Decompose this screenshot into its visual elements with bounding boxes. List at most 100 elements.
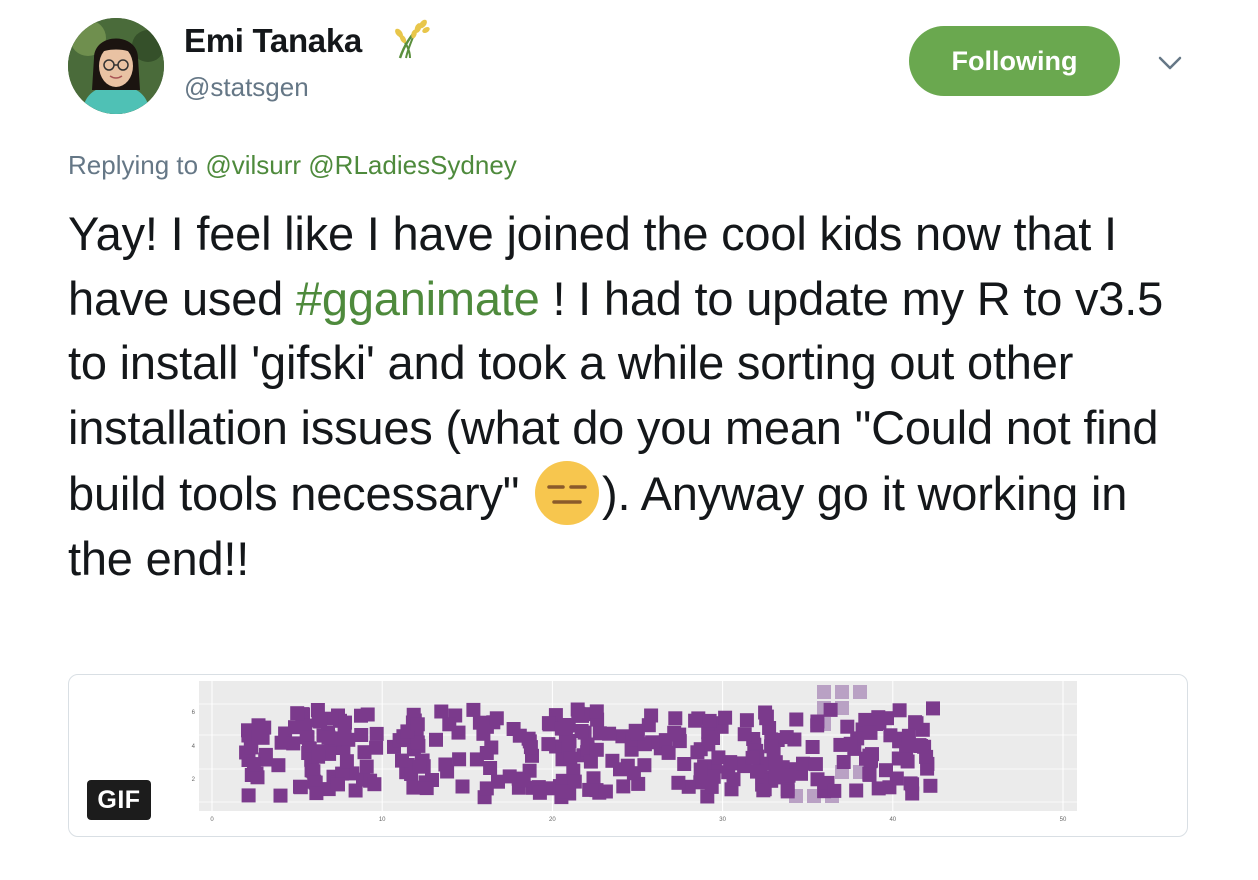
plot-square (883, 728, 898, 743)
plot-square (246, 757, 261, 772)
plot-square (796, 756, 810, 771)
plot-square (406, 780, 421, 795)
plot-square (871, 781, 886, 796)
plot-square (434, 704, 449, 719)
plot-square (290, 706, 305, 721)
plot-square (853, 685, 867, 699)
plot-square (808, 757, 823, 772)
plot-square (644, 708, 659, 723)
plot-square (288, 720, 302, 735)
plot-square (410, 717, 425, 732)
plot-square (589, 704, 604, 719)
plot-square (905, 777, 920, 792)
plot-square (337, 725, 352, 740)
plot-square (516, 773, 531, 788)
user-handle[interactable]: @statsgen (184, 72, 309, 103)
plot-square (479, 746, 494, 760)
plot-square (823, 702, 838, 717)
x-tick-label: 30 (719, 817, 726, 823)
plot-square (843, 736, 858, 751)
plot-square (359, 759, 374, 774)
plot-square (360, 707, 375, 722)
display-name[interactable]: Emi Tanaka (184, 22, 362, 60)
plot-square (693, 762, 708, 777)
plot-square (817, 685, 831, 699)
plot-square (555, 784, 570, 799)
plot-square (559, 719, 574, 733)
plot-square (637, 758, 652, 773)
x-tick-label: 0 (210, 817, 214, 823)
plot-square (891, 751, 906, 766)
plot-square (339, 754, 354, 769)
replying-to-line: Replying to @vilsurr @RLadiesSydney (68, 150, 517, 181)
plot-square (827, 783, 842, 798)
plot-square (271, 758, 286, 773)
plot-square (628, 723, 643, 738)
plot-square (750, 764, 764, 779)
plot-square (574, 724, 589, 738)
mention-link[interactable]: @RLadiesSydney (308, 150, 517, 180)
plot-square (483, 761, 498, 775)
plot-square (589, 742, 604, 757)
plot-square (923, 778, 938, 793)
plot-square (598, 784, 613, 799)
chevron-down-icon[interactable] (1155, 50, 1185, 76)
plot-square (321, 730, 336, 745)
plot-square (331, 777, 345, 792)
gif-media-preview[interactable]: 0 10 20 30 40 50 2 4 6 GIF (68, 674, 1188, 837)
plot-square (367, 777, 382, 792)
plot-square (455, 779, 470, 794)
hashtag-link[interactable]: #gganimate (296, 272, 540, 325)
plot-square (789, 712, 804, 727)
plot-square (726, 772, 741, 787)
plot-square (879, 763, 893, 778)
plot-square (541, 716, 556, 731)
plot-square (718, 710, 733, 725)
plot-square (779, 730, 794, 745)
avatar[interactable] (68, 18, 164, 114)
plot-square (737, 727, 752, 742)
plot-square (512, 728, 527, 743)
x-tick-label: 20 (549, 817, 556, 823)
plot-square (357, 745, 372, 760)
plot-square (309, 786, 324, 801)
plot-square (810, 718, 825, 733)
plot-square (273, 788, 288, 803)
plot-square (745, 750, 760, 765)
plot-square (690, 745, 705, 760)
replying-to-label: Replying to (68, 150, 199, 180)
plot-square (805, 740, 820, 754)
plot-square (909, 716, 924, 731)
plot-square (567, 774, 582, 789)
plot-square (311, 749, 326, 764)
mention-link[interactable]: @vilsurr (205, 150, 301, 180)
plot-square (491, 774, 505, 789)
plot-square (452, 752, 467, 767)
plot-square (849, 783, 864, 798)
gif-badge: GIF (87, 780, 151, 820)
tweet-text: Yay! I feel like I have joined the cool … (68, 202, 1188, 591)
plot-square (863, 725, 878, 740)
plot-square (570, 702, 585, 717)
plot-square (395, 753, 409, 768)
plot-square (926, 701, 940, 716)
plot-square (429, 732, 443, 747)
following-button[interactable]: Following (909, 26, 1120, 96)
plot-square (835, 685, 849, 699)
expressionless-face-icon (535, 461, 600, 525)
animated-plot: 0 10 20 30 40 50 2 4 6 (192, 681, 1077, 823)
x-tick-label: 10 (379, 817, 386, 823)
plot-square (706, 731, 720, 745)
plot-square (613, 762, 627, 777)
plot-square (836, 755, 851, 769)
plot-square (739, 713, 754, 728)
plot-square (616, 779, 631, 794)
plot-square (677, 757, 692, 771)
plot-square (711, 750, 726, 765)
plot-square (532, 785, 547, 800)
plot-square (759, 711, 774, 726)
plot-square (862, 767, 877, 782)
plot-square (914, 739, 928, 753)
plot-square (864, 753, 878, 768)
plot-square (671, 775, 686, 790)
